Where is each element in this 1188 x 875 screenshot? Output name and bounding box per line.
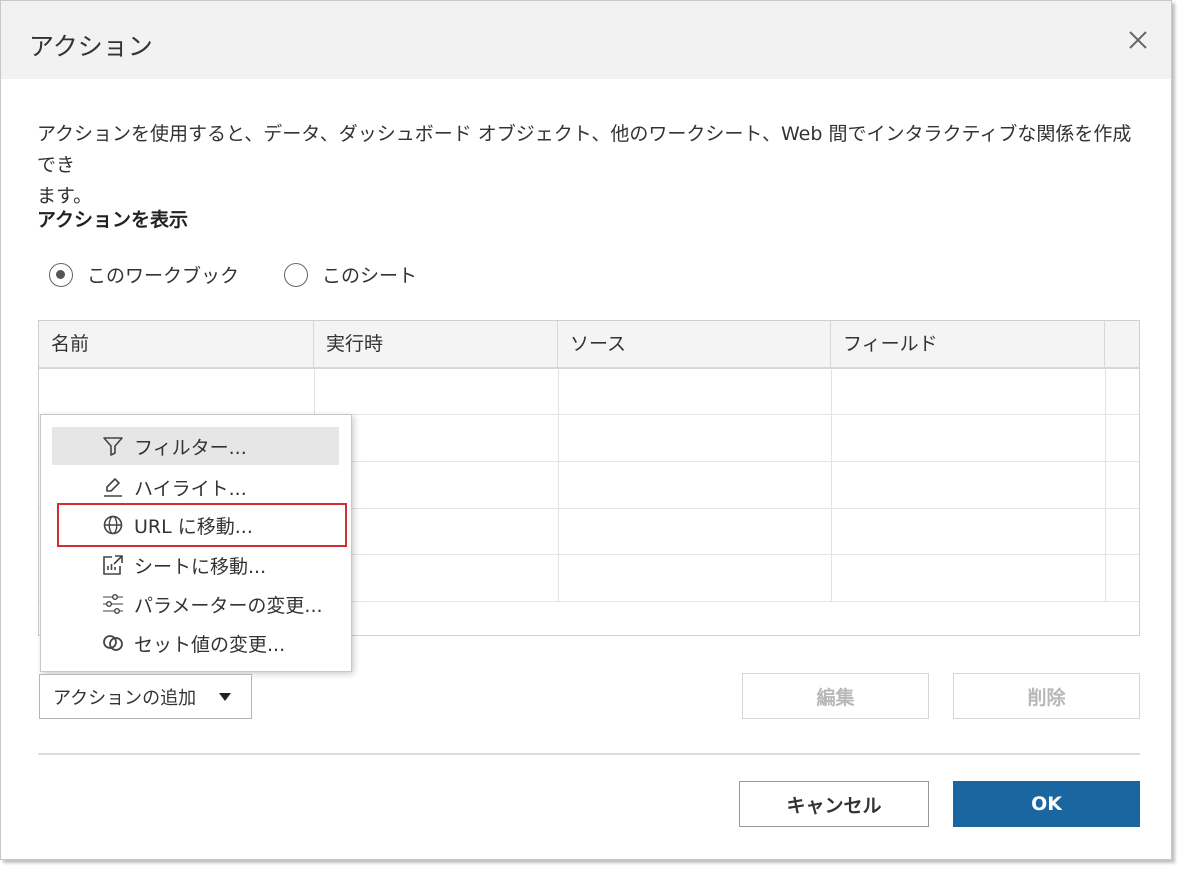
column-divider [558, 369, 559, 601]
caret-down-icon [218, 687, 232, 706]
column-divider [1105, 369, 1106, 601]
dialog-description: アクションを使用すると、データ、ダッシュボード オブジェクト、他のワークシート、… [37, 119, 1137, 212]
menu-item-highlight[interactable]: ハイライト... [52, 468, 339, 506]
edit-button[interactable]: 編集 [742, 673, 929, 719]
menu-item-change-parameter[interactable]: パラメーターの変更... [52, 585, 339, 623]
dialog-title: アクション [29, 32, 153, 61]
close-icon[interactable] [1123, 25, 1153, 55]
radio-label-sheet: このシート [322, 265, 418, 287]
cancel-button[interactable]: キャンセル [739, 781, 929, 827]
add-action-menu: フィルター... ハイライト... URL に移動... シートに移動... パ… [40, 414, 352, 672]
ok-button[interactable]: OK [953, 781, 1140, 827]
radio-circle-checked[interactable] [49, 262, 73, 287]
menu-item-change-set-values[interactable]: セット値の変更... [52, 624, 339, 662]
column-divider [831, 369, 832, 601]
footer-divider [38, 753, 1140, 755]
menu-item-go-to-url[interactable]: URL に移動... [52, 506, 339, 544]
column-header-field[interactable]: フィールド [831, 321, 1105, 367]
description-line-1: アクションを使用すると、データ、ダッシュボード オブジェクト、他のワークシート、… [37, 123, 1132, 176]
add-action-dropdown[interactable]: アクションの追加 [39, 674, 252, 719]
radio-label-workbook: このワークブック [87, 265, 240, 287]
radio-this-workbook[interactable]: このワークブック [49, 261, 239, 288]
column-header-run-on[interactable]: 実行時 [314, 321, 558, 367]
delete-button[interactable]: 削除 [953, 673, 1140, 719]
set-rings-icon [100, 630, 126, 656]
filter-icon [100, 433, 126, 459]
menu-item-label: フィルター... [134, 436, 247, 459]
sheet-link-icon [100, 552, 126, 578]
dialog-titlebar: アクション [1, 1, 1171, 79]
menu-item-label: URL に移動... [134, 515, 253, 538]
sliders-icon [100, 591, 126, 617]
radio-this-sheet[interactable]: このシート [284, 261, 417, 288]
actions-dialog: アクション アクションを使用すると、データ、ダッシュボード オブジェクト、他のワ… [0, 0, 1172, 860]
menu-item-go-to-sheet[interactable]: シートに移動... [52, 546, 339, 584]
menu-item-label: パラメーターの変更... [134, 594, 323, 617]
menu-item-label: セット値の変更... [134, 633, 286, 656]
menu-item-filter[interactable]: フィルター... [52, 427, 339, 465]
column-header-name[interactable]: 名前 [39, 321, 314, 367]
table-header: 名前 実行時 ソース フィールド [39, 321, 1139, 369]
menu-item-label: シートに移動... [134, 555, 267, 578]
add-action-label: アクションの追加 [53, 687, 197, 709]
show-actions-heading: アクションを表示 [37, 209, 189, 231]
menu-item-label: ハイライト... [134, 477, 247, 500]
radio-circle-unchecked[interactable] [284, 262, 308, 287]
column-header-source[interactable]: ソース [558, 321, 831, 367]
globe-icon [100, 512, 126, 538]
highlighter-icon [100, 474, 126, 500]
description-line-2: ます。 [37, 185, 93, 207]
